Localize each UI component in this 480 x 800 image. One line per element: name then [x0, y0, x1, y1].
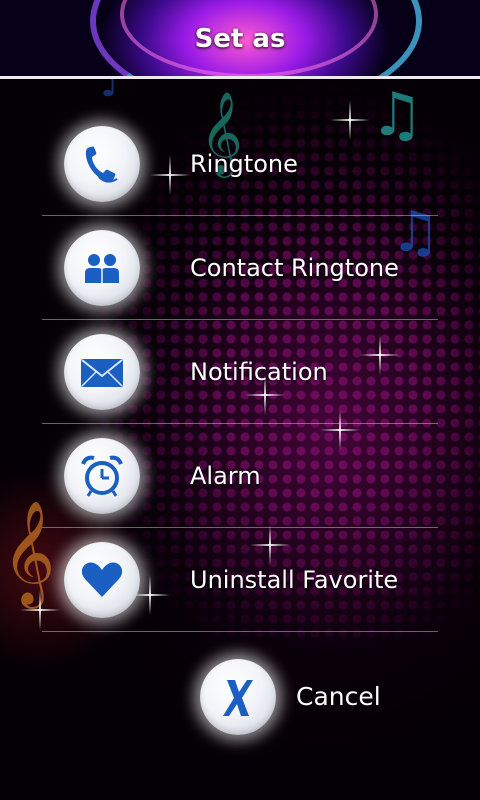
menu-item-label: Alarm [190, 462, 261, 490]
cancel-label: Cancel [296, 682, 381, 711]
page-title: Set as [194, 24, 286, 54]
menu-item-label: Ringtone [190, 150, 298, 178]
menu-item-alarm[interactable]: Alarm [42, 424, 438, 528]
heart-icon [64, 542, 140, 618]
menu-item-ringtone[interactable]: Ringtone [42, 112, 438, 216]
phone-icon [64, 126, 140, 202]
x-icon [200, 659, 276, 735]
menu-item-notification[interactable]: Notification [42, 320, 438, 424]
menu-item-uninstall-favorite[interactable]: Uninstall Favorite [42, 528, 438, 632]
set-as-menu: Ringtone Contact Ringtone Notification A… [42, 112, 438, 632]
cancel-button[interactable]: Cancel [0, 655, 480, 745]
contacts-icon [64, 230, 140, 306]
envelope-icon [64, 334, 140, 410]
menu-item-label: Uninstall Favorite [190, 566, 399, 594]
alarm-clock-icon [64, 438, 140, 514]
set-as-screen: 𝄞 ♫ ♫ 𝄞 ♪ Set as Ringtone Contact Ringto… [0, 0, 480, 800]
menu-item-contact-ringtone[interactable]: Contact Ringtone [42, 216, 438, 320]
header-bar: Set as [0, 0, 480, 79]
menu-item-label: Contact Ringtone [190, 254, 399, 282]
menu-item-label: Notification [190, 358, 328, 386]
